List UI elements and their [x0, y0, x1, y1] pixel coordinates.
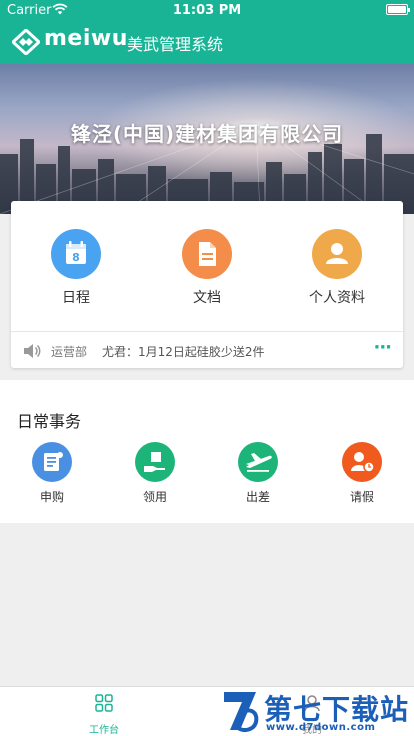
watermark: 第七下载站 www.d7down.com [220, 688, 412, 734]
airplane-icon [238, 442, 278, 482]
meiwu-logo-icon [12, 29, 40, 55]
leave-request-icon [342, 442, 382, 482]
status-bar: Carrier 11:03 PM [0, 0, 414, 22]
daily-item-label: 出差 [245, 490, 270, 504]
watermark-logo-icon [224, 692, 259, 732]
receive-item-icon [135, 442, 175, 482]
clock: 11:03 PM [172, 3, 242, 18]
announcement-message: 尤君：1月12日起硅胶少送2件 [102, 345, 265, 359]
logo-wordmark: meiwu [44, 26, 128, 51]
calendar-icon: 8 [51, 229, 101, 279]
quick-action-documents[interactable]: 文档 [157, 229, 257, 307]
section-heading: 日常事务 [17, 412, 82, 431]
daily-affairs-section: 日常事务 申购 领用 出差 请假 [0, 380, 414, 523]
more-icon[interactable]: ··· [373, 337, 391, 358]
announcement-bar[interactable]: 运营部 尤君：1月12日起硅胶少送2件 ··· [11, 331, 403, 368]
quick-actions-card: 8 日程 文档 个人资料 运营部 尤君：1月12日起硅胶少送2件 ··· [11, 201, 403, 368]
tab-label: 工作台 [89, 725, 119, 736]
daily-item-purchase[interactable]: 申购 [12, 442, 92, 505]
person-icon [312, 229, 362, 279]
banner[interactable]: 锋泾(中国)建材集团有限公司 [0, 64, 414, 214]
app-header: meiwu 美武管理系统 [0, 22, 414, 64]
watermark-url: www.d7down.com [266, 722, 376, 733]
daily-item-label: 申购 [39, 490, 64, 504]
quick-action-label: 文档 [193, 290, 221, 306]
daily-item-label: 领用 [142, 490, 167, 504]
company-name: 锋泾(中国)建材集团有限公司 [70, 122, 344, 146]
battery-icon [386, 4, 410, 15]
top-bar: Carrier 11:03 PM meiwu 美武管理系统 [0, 0, 414, 64]
quick-action-profile[interactable]: 个人资料 [287, 229, 387, 307]
daily-item-label: 请假 [349, 490, 374, 504]
quick-action-label: 个人资料 [309, 290, 365, 306]
quick-action-schedule[interactable]: 8 日程 [26, 229, 126, 307]
daily-item-leave[interactable]: 请假 [322, 442, 402, 505]
daily-item-business-trip[interactable]: 出差 [218, 442, 298, 505]
calendar-day: 8 [72, 251, 80, 264]
speaker-icon [24, 344, 41, 358]
purchase-request-icon [32, 442, 72, 482]
daily-item-receive[interactable]: 领用 [115, 442, 195, 505]
quick-action-label: 日程 [62, 290, 90, 306]
tab-workbench[interactable]: 工作台 [74, 693, 134, 736]
announcement-department: 运营部 [51, 345, 88, 359]
app-title: 美武管理系统 [127, 35, 224, 54]
grid-icon [95, 694, 113, 712]
document-icon [182, 229, 232, 279]
